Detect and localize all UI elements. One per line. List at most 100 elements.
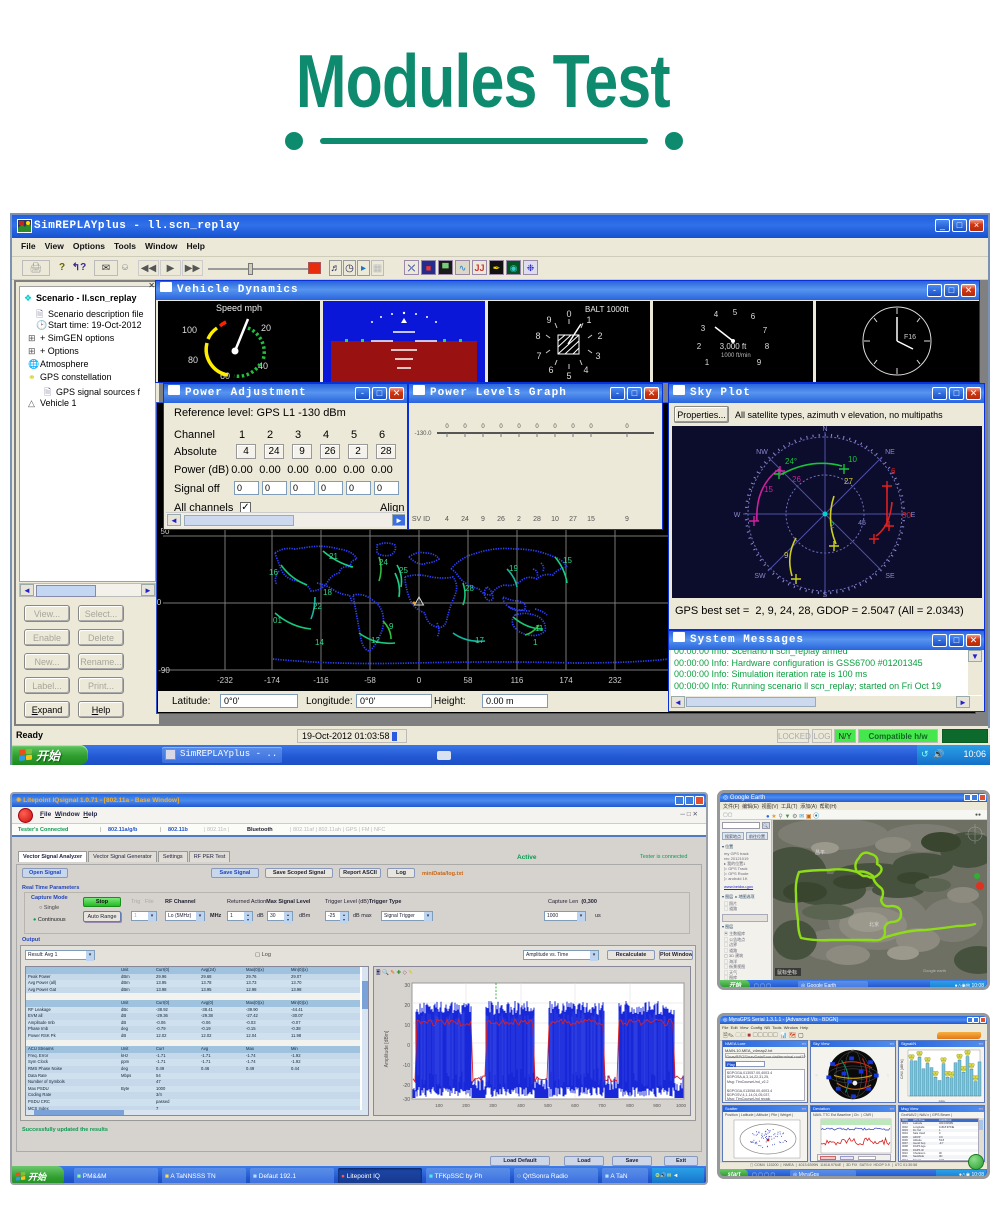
- svg-text:SE: SE: [885, 573, 895, 580]
- svg-text:4: 4: [583, 365, 588, 375]
- svg-text:30: 30: [902, 511, 911, 520]
- svg-text:5: 5: [566, 371, 571, 381]
- svg-text:0: 0: [463, 424, 467, 430]
- svg-text:12: 12: [371, 636, 380, 645]
- svg-text:-40: -40: [748, 1160, 752, 1162]
- svg-text:0: 0: [553, 424, 557, 430]
- svg-text:-174: -174: [264, 676, 281, 685]
- svg-text:0: 0: [769, 1160, 771, 1162]
- svg-text:北京: 北京: [869, 921, 879, 928]
- svg-text:10: 10: [848, 455, 857, 464]
- svg-text:22: 22: [313, 602, 322, 611]
- svg-text:3,000 ft: 3,000 ft: [720, 342, 747, 351]
- svg-text:8: 8: [535, 331, 540, 341]
- svg-text:100: 100: [182, 325, 197, 335]
- svg-text:28: 28: [465, 584, 474, 593]
- svg-text:-90: -90: [158, 666, 170, 675]
- svg-text:9: 9: [546, 315, 551, 325]
- svg-text:232: 232: [608, 676, 622, 685]
- svg-text:Speed mph: Speed mph: [216, 303, 262, 313]
- svg-text:1000 ft/min: 1000 ft/min: [721, 353, 751, 359]
- svg-text:0: 0: [566, 309, 571, 319]
- svg-text:20: 20: [404, 1003, 410, 1009]
- svg-text:26: 26: [497, 516, 505, 523]
- svg-text:0: 0: [445, 424, 449, 430]
- svg-text:E: E: [911, 512, 916, 519]
- svg-text:27: 27: [569, 516, 577, 523]
- svg-text:-20: -20: [403, 1083, 410, 1089]
- svg-text:0: 0: [625, 424, 629, 430]
- svg-text:-232: -232: [217, 676, 234, 685]
- svg-text:W: W: [734, 512, 741, 519]
- svg-text:0: 0: [417, 676, 422, 685]
- svg-text:24: 24: [379, 558, 388, 567]
- svg-text:0: 0: [589, 424, 593, 430]
- svg-text:174: 174: [559, 676, 573, 685]
- svg-text:9: 9: [625, 516, 629, 523]
- svg-text:20: 20: [261, 323, 271, 333]
- svg-text:-60: -60: [738, 1160, 742, 1162]
- svg-text:01: 01: [273, 616, 282, 625]
- svg-text:10: 10: [404, 1023, 410, 1029]
- svg-text:7: 7: [536, 351, 541, 361]
- svg-text:9: 9: [784, 551, 789, 560]
- svg-text:5: 5: [733, 308, 738, 317]
- svg-text:25: 25: [399, 566, 408, 575]
- svg-text:6: 6: [891, 467, 896, 476]
- svg-text:-130.0: -130.0: [414, 431, 432, 437]
- svg-text:6: 6: [751, 312, 756, 321]
- svg-text:10: 10: [551, 516, 559, 523]
- svg-text:28: 28: [533, 516, 541, 523]
- svg-text:0: 0: [407, 1043, 410, 1049]
- svg-text:E: E: [887, 1073, 890, 1077]
- svg-text:S: S: [823, 592, 828, 598]
- svg-text:0: 0: [571, 424, 575, 430]
- svg-text:N: N: [822, 426, 827, 433]
- svg-text:0: 0: [535, 424, 539, 430]
- svg-text:C/N0 [dBHz]: C/N0 [dBHz]: [900, 1060, 904, 1079]
- svg-text:鼠标坐标: 鼠标坐标: [777, 969, 797, 976]
- svg-text:20: 20: [778, 1160, 782, 1162]
- svg-text:58: 58: [464, 676, 473, 685]
- svg-text:-10: -10: [403, 1063, 410, 1069]
- svg-text:3: 3: [701, 324, 706, 333]
- svg-text:-30: -30: [403, 1097, 410, 1103]
- svg-text:-20: -20: [758, 1160, 762, 1162]
- svg-text:NW: NW: [756, 449, 768, 456]
- svg-text:24: 24: [461, 516, 469, 523]
- svg-text:2: 2: [597, 331, 602, 341]
- svg-text:1: 1: [586, 315, 591, 325]
- svg-text:21: 21: [329, 552, 338, 561]
- svg-text:15: 15: [587, 516, 595, 523]
- svg-text:2: 2: [697, 342, 702, 351]
- svg-text:18: 18: [323, 588, 332, 597]
- svg-text:2: 2: [517, 516, 521, 523]
- svg-text:4: 4: [445, 516, 449, 523]
- svg-text:300: 300: [489, 1103, 497, 1108]
- svg-text:Amplitude [dBm]: Amplitude [dBm]: [384, 1030, 390, 1067]
- svg-text:S: S: [851, 1099, 853, 1103]
- svg-text:900: 900: [653, 1103, 661, 1108]
- svg-text:NE: NE: [885, 449, 895, 456]
- svg-text:Google earth: Google earth: [923, 968, 946, 973]
- svg-text:15: 15: [563, 556, 572, 565]
- svg-text:30: 30: [404, 983, 410, 989]
- svg-text:W: W: [815, 1073, 819, 1077]
- svg-text:14: 14: [315, 638, 324, 647]
- svg-text:9: 9: [389, 622, 394, 631]
- svg-text:40: 40: [788, 1160, 792, 1162]
- svg-text:7: 7: [763, 326, 768, 335]
- svg-text:6: 6: [548, 365, 553, 375]
- svg-text:19: 19: [509, 564, 518, 573]
- svg-text:1000: 1000: [676, 1103, 687, 1108]
- svg-text:-116: -116: [313, 676, 329, 685]
- svg-text:100: 100: [435, 1103, 443, 1108]
- svg-text:700: 700: [598, 1103, 606, 1108]
- svg-text:SV ID: SV ID: [412, 516, 430, 523]
- svg-text:F16: F16: [904, 334, 916, 341]
- svg-text:16: 16: [269, 568, 278, 577]
- svg-text:-58: -58: [364, 676, 376, 685]
- svg-text:17: 17: [475, 636, 484, 645]
- svg-text:PRN: PRN: [939, 1100, 946, 1103]
- svg-text:8: 8: [765, 342, 770, 351]
